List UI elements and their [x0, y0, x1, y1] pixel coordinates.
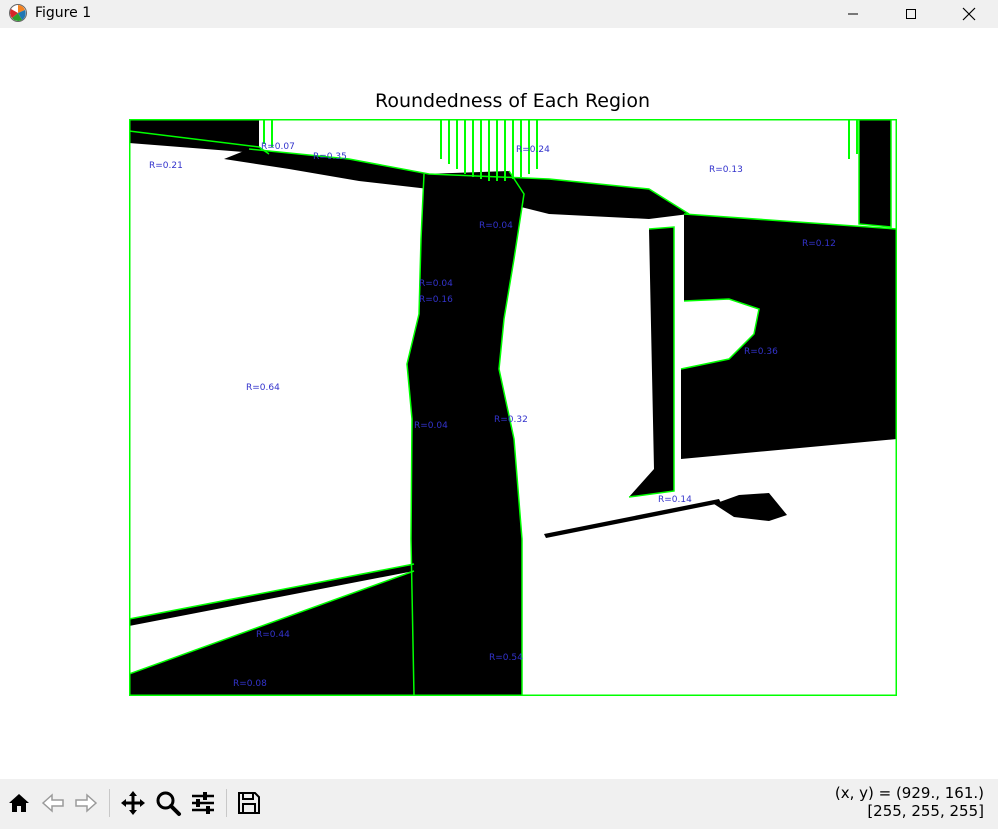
toolbar-separator [226, 789, 227, 817]
pan-button[interactable] [117, 787, 149, 819]
forward-arrow-icon [75, 793, 98, 813]
forward-button[interactable] [70, 787, 102, 819]
maximize-icon [906, 9, 916, 19]
back-button[interactable] [37, 787, 69, 819]
region-label: R=0.35 [313, 152, 347, 162]
region-label: R=0.21 [149, 161, 183, 171]
binary-region-image: R=0.07 R=0.35 R=0.24 R=0.21 R=0.13 R=0.0… [129, 119, 897, 696]
close-button[interactable] [940, 0, 998, 28]
cursor-readout: (x, y) = (929., 161.) [255, 255, 255] [835, 784, 984, 820]
cursor-coordinates: (x, y) = (929., 161.) [834, 784, 984, 802]
sliders-icon [192, 792, 214, 814]
move-arrows-icon [121, 791, 145, 815]
home-button[interactable] [3, 787, 35, 819]
minimize-button[interactable] [824, 0, 882, 28]
matplotlib-app-icon [8, 3, 28, 23]
region-label: R=0.13 [709, 165, 743, 175]
region-label: R=0.12 [802, 239, 836, 249]
minimize-icon [848, 13, 858, 15]
maximize-button[interactable] [882, 0, 940, 28]
region-label: R=0.16 [419, 295, 453, 305]
toolbar-separator [109, 789, 110, 817]
zoom-button[interactable] [152, 787, 184, 819]
region-label: R=0.14 [658, 495, 692, 505]
home-icon [9, 794, 29, 812]
region-label: R=0.04 [419, 279, 453, 289]
title-bar: Figure 1 [0, 0, 998, 28]
save-button[interactable] [233, 787, 265, 819]
floppy-disk-icon [238, 792, 260, 814]
close-icon [962, 7, 976, 21]
region-label: R=0.54 [489, 653, 523, 663]
window-title: Figure 1 [35, 5, 92, 21]
region-label: R=0.44 [256, 630, 290, 640]
region-label: R=0.24 [516, 145, 550, 155]
figure-title: Roundedness of Each Region [374, 90, 650, 112]
magnifier-icon [156, 791, 181, 816]
region-image-canvas[interactable]: R=0.07 R=0.35 R=0.24 R=0.21 R=0.13 R=0.0… [129, 119, 897, 696]
region-label: R=0.32 [494, 415, 528, 425]
configure-subplots-button[interactable] [187, 787, 219, 819]
region-label: R=0.07 [261, 142, 295, 152]
pixel-value: [255, 255, 255] [867, 802, 984, 820]
region-label: R=0.04 [479, 221, 513, 231]
region-label: R=0.08 [233, 679, 267, 689]
back-arrow-icon [41, 793, 64, 813]
region-label: R=0.64 [246, 383, 280, 393]
region-label: R=0.36 [744, 347, 778, 357]
region-label: R=0.04 [414, 421, 448, 431]
